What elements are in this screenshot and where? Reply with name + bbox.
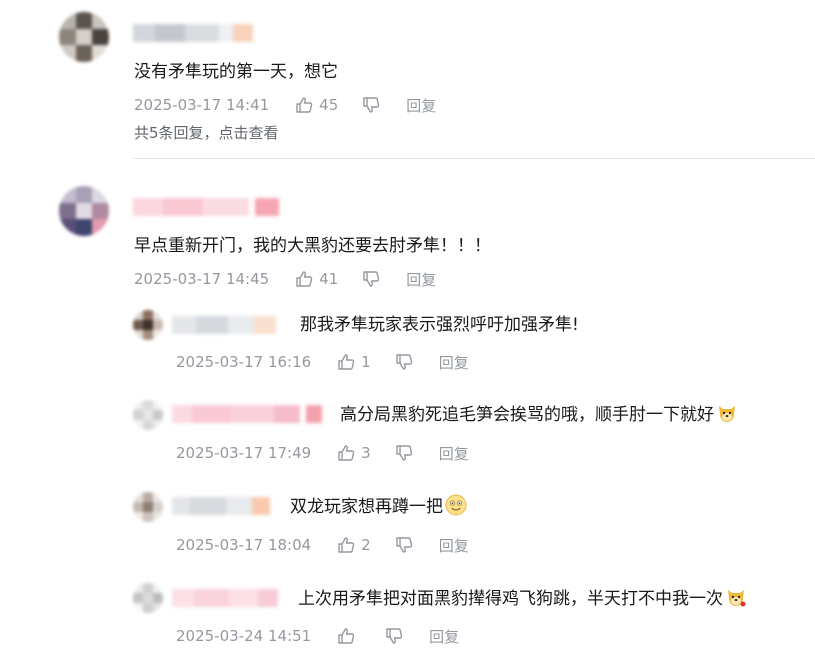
comment-content: 早点重新开门，我的大黑豹还要去肘矛隼！！！ [134,236,491,256]
reply-text: 上次用矛隼把对面黑豹撵得鸡飞狗跳，半天打不中我一次 [298,589,723,609]
username[interactable] [133,198,279,216]
reply-button[interactable]: 回复 [439,352,469,373]
reply-username[interactable] [172,316,276,334]
like-count: 45 [319,96,339,114]
reply-time: 2025-03-17 17:49 [176,444,312,462]
reply-text: 高分局黑豹死追毛笋会挨骂的哦，顺手肘一下就好 [340,405,714,425]
like-button[interactable]: 2 [337,536,371,554]
reply-avatar[interactable] [133,400,163,430]
reply-button[interactable]: 回复 [439,443,469,464]
reply-username[interactable] [172,589,278,607]
avatar[interactable] [59,12,109,62]
thumb-up-icon [338,354,355,370]
dislike-button[interactable] [395,444,413,462]
thumb-up-icon [338,537,355,553]
like-button[interactable] [337,627,361,645]
reply-content: 上次用矛隼把对面黑豹撵得鸡飞狗跳，半天打不中我一次 [298,586,747,611]
reply-avatar[interactable] [133,492,163,522]
smile-emoji-icon [445,494,467,516]
reply-meta: 2025-03-17 18:04 2 回复 [176,534,469,556]
dislike-button[interactable] [362,270,380,288]
view-replies-link[interactable]: 共5条回复，点击查看 [134,122,279,143]
comment-meta: 2025-03-17 14:41 45 回复 [134,94,436,116]
reply-avatar[interactable] [133,583,163,613]
comment-content: 没有矛隼玩的第一天，想它 [134,62,338,82]
doge-icon [719,406,735,422]
username[interactable] [133,24,253,42]
reply-username[interactable] [172,497,270,515]
like-button[interactable]: 1 [337,353,371,371]
like-count: 41 [319,270,339,288]
thumb-up-icon [338,445,355,461]
reply-meta: 2025-03-17 17:49 3 回复 [176,442,469,464]
dislike-button[interactable] [362,96,380,114]
reply-content: 那我矛隼玩家表示强烈呼吁加强矛隼! [300,315,579,335]
reply-text: 双龙玩家想再蹲一把 [290,497,443,517]
like-button[interactable]: 41 [295,270,338,288]
reply-button[interactable]: 回复 [429,626,459,647]
reply-content: 高分局黑豹死追毛笋会挨骂的哦，顺手肘一下就好 [340,402,738,427]
avatar[interactable] [59,186,109,236]
thumb-up-icon [338,628,355,644]
dislike-button[interactable] [395,353,413,371]
comment-meta: 2025-03-17 14:45 41 回复 [134,268,436,290]
reply-time: 2025-03-17 16:16 [176,353,312,371]
comment-time: 2025-03-17 14:41 [134,96,270,114]
dislike-button[interactable] [385,627,403,645]
doge-icon [728,590,746,607]
divider [133,158,815,159]
reply-button[interactable]: 回复 [406,269,436,290]
thumb-down-icon [396,445,412,461]
reply-button[interactable]: 回复 [439,535,469,556]
like-button[interactable]: 3 [337,444,371,462]
reply-avatar[interactable] [133,310,163,340]
comment-time: 2025-03-17 14:45 [134,270,270,288]
like-count: 3 [361,444,371,462]
thumb-down-icon [386,628,403,644]
reply-button[interactable]: 回复 [406,95,436,116]
reply-meta: 2025-03-24 14:51 回复 [176,625,459,647]
reply-time: 2025-03-24 14:51 [176,627,312,645]
like-count: 2 [361,536,371,554]
thumb-up-icon [296,97,313,113]
thumb-up-icon [296,271,313,287]
like-count: 1 [361,353,371,371]
dislike-button[interactable] [395,536,413,554]
reply-content: 双龙玩家想再蹲一把 [290,494,467,519]
reply-time: 2025-03-17 18:04 [176,536,312,554]
thumb-down-icon [363,97,380,113]
thumb-down-icon [396,354,412,370]
thumb-down-icon [396,537,412,553]
thumb-down-icon [363,271,380,287]
like-button[interactable]: 45 [295,96,338,114]
reply-username[interactable] [172,405,322,423]
reply-meta: 2025-03-17 16:16 1 回复 [176,351,469,373]
